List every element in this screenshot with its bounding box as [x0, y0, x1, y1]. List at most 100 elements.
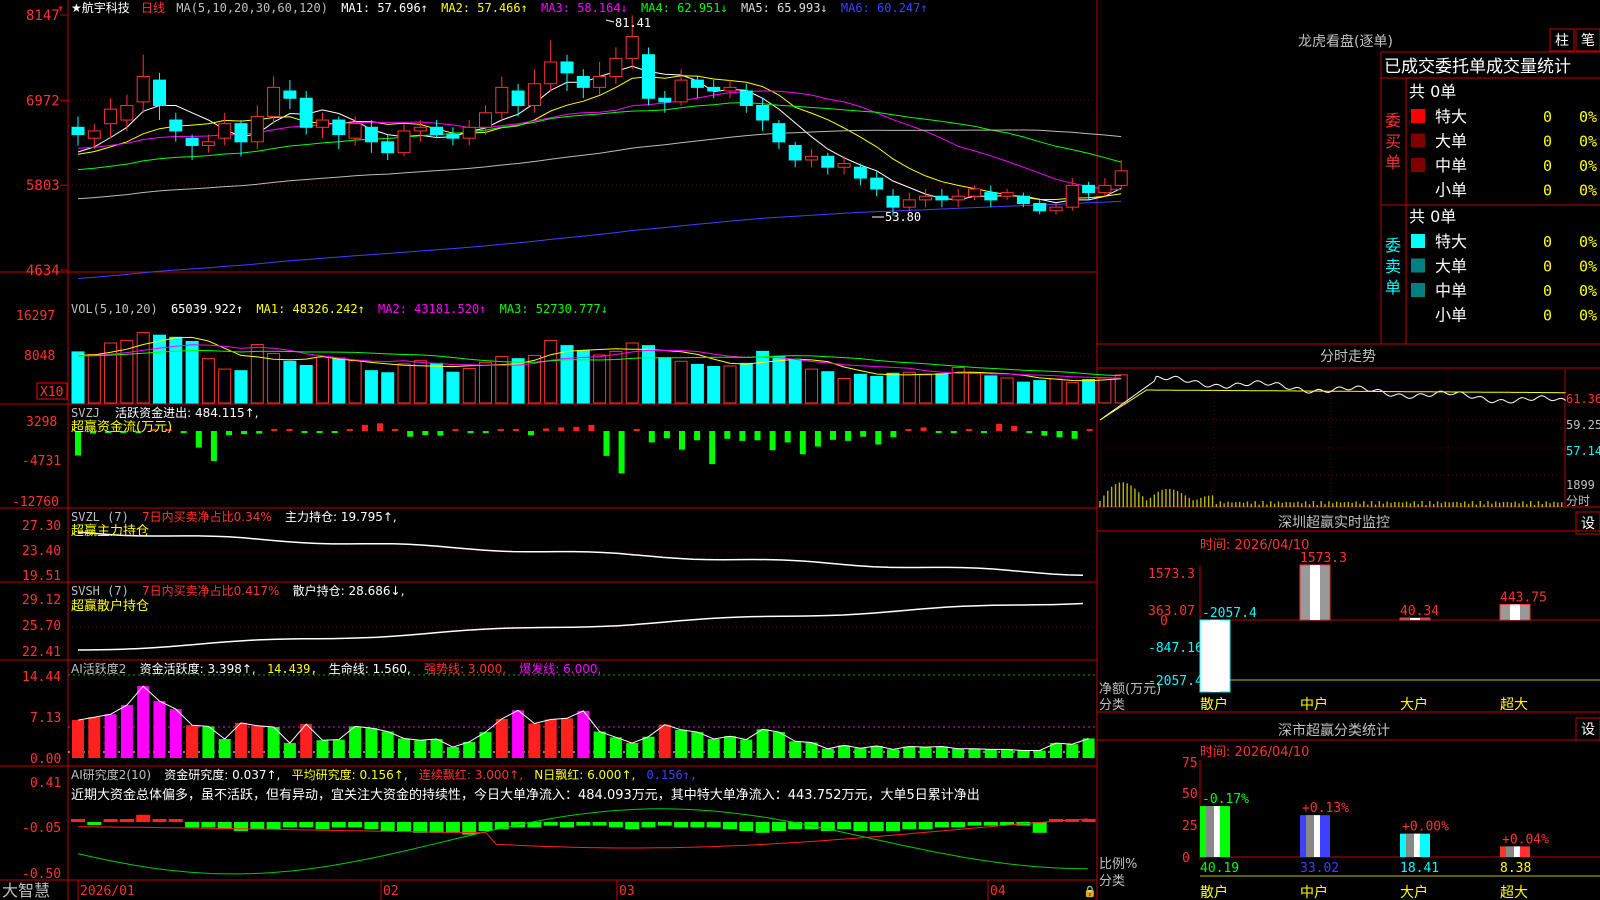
- svzj-bar: [890, 431, 897, 438]
- monitor-ylabel: 净额(万元): [1099, 682, 1161, 697]
- volume-bar: [397, 363, 411, 404]
- volume-bar: [968, 372, 981, 404]
- sell-side-label-1: 委: [1385, 236, 1401, 255]
- svzj-bar: [603, 431, 610, 456]
- ai-activity-bar: [104, 714, 117, 758]
- svzj-bar: [799, 431, 806, 455]
- sell-total: 共 0单: [1409, 207, 1456, 226]
- ai-activity-bar: [887, 749, 899, 758]
- svzj-bar: [377, 423, 383, 432]
- candle-body: [234, 123, 248, 143]
- classify-settings-label[interactable]: 设: [1581, 722, 1595, 738]
- svzj-bar: [920, 427, 927, 432]
- candle-body: [495, 86, 509, 114]
- svzj-bar: [769, 431, 776, 451]
- ai-activity-bar: [446, 747, 459, 758]
- sell-swatch: [1411, 234, 1425, 248]
- candle-body: [609, 57, 623, 77]
- ai-capital-activity: 资金活跃度: 3.398↑,: [140, 661, 256, 676]
- ai-activity-bar: [1082, 738, 1095, 758]
- volume-bar: [870, 375, 884, 404]
- sell-swatch: [1411, 283, 1425, 297]
- candle-body: [1049, 206, 1063, 212]
- candle-body: [642, 54, 655, 99]
- ma5-value: MA5: 65.993↓: [741, 1, 828, 15]
- research-bar: [869, 822, 884, 831]
- research-bar: [364, 822, 379, 830]
- ai-ytick-1: 14.44: [22, 670, 61, 685]
- monitor-bar: [1299, 564, 1331, 621]
- volume-bar: [642, 345, 655, 404]
- svzj-bar: [467, 431, 474, 434]
- chart-window: 8147 6972 5803 4634 81.41 53.80 ▾ ★航宇科技 日线 …: [0, 0, 1600, 900]
- sell-swatch: [1411, 258, 1425, 273]
- monitor-bar-label: -2057.4: [1202, 606, 1257, 621]
- volume-bar: [919, 374, 933, 404]
- buy-row-percent: 0%: [1579, 108, 1597, 126]
- period-label: 日线: [141, 1, 165, 15]
- candle-body: [739, 90, 753, 107]
- volume-bar: [250, 344, 264, 404]
- sell-side-label-2: 卖: [1385, 257, 1401, 276]
- research-capital: 资金研究度: 0.037↑,: [164, 767, 280, 782]
- svzj-bar: [241, 431, 248, 435]
- tick-mode-label[interactable]: 笔: [1581, 33, 1595, 49]
- research-title: AI研究度2(10): [71, 767, 151, 782]
- classify-title: 深市超赢分类统计: [1278, 722, 1390, 739]
- classify-bar: [1500, 846, 1530, 857]
- svzj-bar: [543, 428, 550, 432]
- buy-row-label: 中单: [1435, 156, 1467, 175]
- ai-activity-bar: [854, 748, 867, 758]
- longhu-tabs[interactable]: 已成交委托单成交量统计: [1384, 57, 1571, 77]
- bar-mode-label[interactable]: 柱: [1555, 33, 1569, 49]
- svzj-bar: [226, 431, 232, 436]
- svzj-bar: [935, 431, 942, 434]
- monitor-time: 时间: 2026/04/10: [1200, 538, 1309, 553]
- intraday-ytick-1: 61.36: [1566, 392, 1600, 406]
- svzj-bar: [195, 431, 202, 448]
- svsh-hold: 散户持仓: 28.686↓,: [293, 583, 405, 598]
- svzj-bar: [739, 431, 746, 441]
- candle-body: [935, 195, 949, 201]
- monitor-category: 散户: [1200, 696, 1228, 713]
- candle-body: [185, 137, 199, 146]
- svzl-hold: 主力持仓: 19.795↑,: [285, 509, 397, 524]
- candle-body: [984, 192, 998, 201]
- lock-icon[interactable]: 🔒: [1083, 885, 1097, 898]
- svzj-bar: [679, 431, 685, 450]
- research-bar: [87, 822, 102, 825]
- svzj-bar: [392, 429, 399, 432]
- ai-activity-bar: [349, 726, 362, 758]
- research-bar: [771, 822, 786, 831]
- volume-bar: [1016, 381, 1030, 404]
- volume-bar: [71, 351, 85, 404]
- research-bar: [625, 822, 640, 830]
- classify-time: 时间: 2026/04/10: [1200, 745, 1309, 760]
- svsh-ytick-1: 29.12: [22, 593, 61, 608]
- classify-bar-highlight: [1214, 806, 1220, 857]
- ai-activity-bar: [984, 749, 997, 758]
- volume-bar: [560, 345, 574, 404]
- svzj-value: 活跃资金进出: 484.115↑,: [115, 405, 258, 420]
- research-bar: [119, 819, 134, 822]
- svsh-ratio: 7日内买卖净占比0.417%: [142, 583, 279, 598]
- stock-name: ★航宇科技: [71, 0, 130, 15]
- price-ytick-label: 4634: [26, 263, 60, 279]
- volume-bar: [984, 375, 998, 404]
- monitor-settings-label[interactable]: 设: [1581, 516, 1595, 532]
- volume-bar: [707, 365, 721, 404]
- ai-value-b: 14.439,: [267, 662, 318, 676]
- candle-body: [511, 90, 525, 107]
- ai-activity-bar: [332, 739, 345, 758]
- research-bar: [967, 822, 982, 826]
- svzl-ratio: 7日内买卖净占比0.34%: [142, 509, 272, 524]
- ma3-value: MA3: 58.164↓: [541, 1, 628, 15]
- svzj-bar: [407, 431, 414, 437]
- svzj-bar: [210, 431, 217, 462]
- svzj-bar: [528, 431, 534, 436]
- svzj-bar: [965, 429, 972, 432]
- volume-bar: [1049, 378, 1063, 404]
- corner-arrow-icon[interactable]: ▾: [57, 1, 64, 15]
- research-bar: [445, 822, 460, 833]
- ai-activity-bar: [609, 737, 622, 758]
